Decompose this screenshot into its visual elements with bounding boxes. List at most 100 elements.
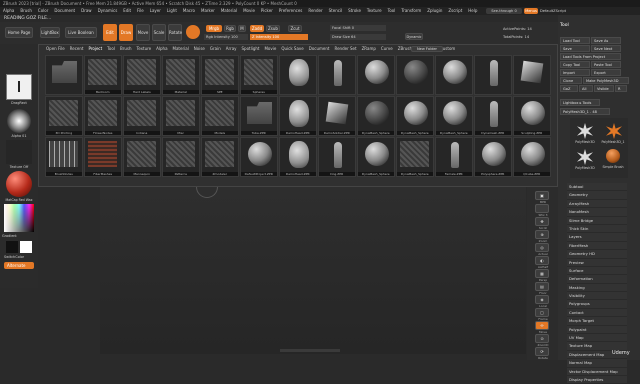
lightbox-thumbnail[interactable]: Material	[162, 55, 200, 95]
alternate-button[interactable]: Alternate	[4, 262, 34, 269]
rgb-intensity-slider[interactable]: Rgb Intensity 100	[204, 34, 248, 40]
subpalette-item[interactable]: ArrayMesh	[567, 199, 627, 209]
tool-palette-button[interactable]: Clone	[560, 77, 582, 84]
subpalette-item[interactable]: Preview	[567, 258, 627, 267]
shelf-persp-icon[interactable]: ▦	[535, 269, 549, 278]
menu-item[interactable]: Color	[38, 8, 48, 13]
lightbox-thumbnail[interactable]: Dog.ZPR	[318, 137, 356, 177]
tool-palette-button[interactable]: GoZ	[560, 85, 578, 92]
lightbox-tab[interactable]: Grain	[210, 46, 221, 51]
lightbox-thumbnail[interactable]: Tube.ZPR	[240, 96, 278, 136]
lightbox-tab[interactable]: Tool	[107, 46, 115, 51]
menu-item[interactable]: File	[137, 8, 144, 13]
default-zscript-button[interactable]: DefaultZScript	[540, 8, 576, 14]
menu-item[interactable]: Macro	[183, 8, 195, 13]
menu-item[interactable]: Light	[167, 8, 177, 13]
lightbox-tab[interactable]: Recent	[70, 46, 84, 51]
subpalette-item[interactable]: FiberMesh	[567, 241, 627, 251]
lightbox-thumbnail[interactable]: DemoSoldier.ZPR	[318, 96, 356, 136]
lightbox-thumbnail[interactable]: DefaultProject.ZPR	[240, 137, 278, 177]
tool-palette-button[interactable]: Load Tools From Project	[560, 53, 621, 60]
lightbox-thumbnail[interactable]: Models	[201, 96, 239, 136]
lightbox-tab[interactable]: Curve	[381, 46, 393, 51]
tool-palette-button[interactable]: Load Tool	[560, 37, 590, 44]
menu-item[interactable]: Render	[308, 8, 322, 13]
subpalette-item[interactable]: Normal Map	[567, 359, 627, 368]
draw-button[interactable]: Draw	[119, 24, 133, 41]
dynamic-button[interactable]: Dynamic	[405, 33, 423, 40]
lightbox-thumbnail[interactable]	[435, 55, 473, 95]
document-canvas[interactable]	[100, 187, 526, 354]
shelf-spix-3-icon[interactable]	[535, 204, 549, 213]
lightbox-thumbnail[interactable]: Dynamesh.ZPR	[474, 96, 512, 136]
lightbox-thumbnail[interactable]: DynaMesh_Sphere	[396, 137, 434, 177]
lightbox-thumbnail[interactable]: Polysphere.ZPR	[474, 137, 512, 177]
tool-palette-button[interactable]: Save Next	[591, 45, 621, 52]
subpalette-item[interactable]: Masking	[567, 283, 627, 293]
lightbox-tab[interactable]: ZBrush	[398, 46, 412, 51]
lightbox-thumbnail[interactable]: 3D Printing	[45, 96, 83, 136]
tool-palette-button[interactable]: Export	[591, 69, 621, 76]
shelf-floor-icon[interactable]: ▤	[535, 282, 549, 291]
subpalette-item[interactable]: Polypaint	[567, 325, 627, 335]
menu-item[interactable]: Stroke	[348, 8, 361, 13]
menu-item[interactable]: Layer	[150, 8, 161, 13]
tool-palette-button[interactable]: Lightbox ▸ Tools	[560, 99, 600, 106]
tool-palette-button[interactable]: All	[579, 85, 593, 92]
lightbox-thumbnail[interactable]: DynaMesh_Sphere	[357, 96, 395, 136]
rgb-button[interactable]: Rgb	[224, 25, 236, 32]
lightbox-thumbnail[interactable]: DynaMesh_Sphere	[357, 137, 395, 177]
secondary-color-swatch[interactable]	[20, 241, 32, 253]
lightbox-thumbnail[interactable]: Hard Labels	[123, 55, 161, 95]
menu-item[interactable]: Movie	[243, 8, 255, 13]
menu-item[interactable]: Preferences	[279, 8, 303, 13]
zadd-button[interactable]: Zadd	[250, 25, 264, 32]
move-button[interactable]: Move	[136, 24, 150, 41]
switch-color-label[interactable]: SwitchColor	[4, 255, 38, 259]
shelf-local-icon[interactable]: ◈	[535, 295, 549, 304]
lightbox-thumbnail[interactable]	[45, 55, 83, 95]
lightbox-thumbnail[interactable]: Female.ZPR	[435, 137, 473, 177]
live-boolean-button[interactable]: Live Boolean	[65, 27, 97, 38]
lightbox-thumbnail[interactable]: DynaMesh_Sphere	[435, 96, 473, 136]
lightbox-thumbnail[interactable]: DemoHead.ZPR	[279, 137, 317, 177]
menu-item[interactable]: Dynamics	[98, 8, 118, 13]
polymesh-star-icon[interactable]	[577, 123, 593, 139]
see-through-slider[interactable]: See-through 0	[486, 8, 522, 14]
lightbox-thumbnail[interactable]: Zmodeler	[201, 137, 239, 177]
subpalette-item[interactable]: Thick Skin	[567, 224, 627, 234]
draw-size-slider[interactable]: Draw Size 64	[330, 34, 386, 40]
shelf-aahalf-icon[interactable]: ◐	[535, 256, 549, 265]
zsub-button[interactable]: Zsub	[266, 25, 280, 32]
shelf-frame-icon[interactable]: ▢	[535, 308, 549, 317]
tool-palette-button[interactable]: PolyMesh3D_1 . 48	[560, 108, 610, 115]
subpalette-item[interactable]: Contact	[567, 308, 627, 318]
lightbox-thumbnail[interactable]: FlowerNodes	[84, 96, 122, 136]
lightbox-thumbnail[interactable]: Spheres	[240, 55, 278, 95]
lightbox-tab[interactable]: Quick Save	[281, 46, 303, 51]
menu-item[interactable]: Picker	[261, 8, 273, 13]
subpalette-item[interactable]: Subtool	[567, 183, 627, 192]
home-page-button[interactable]: Home Page	[5, 27, 33, 38]
tool-palette-button[interactable]: Import	[560, 69, 590, 76]
lightbox-thumbnail[interactable]	[318, 55, 356, 95]
zcut-button[interactable]: Zcut	[288, 25, 302, 32]
menu-item[interactable]: Tool	[388, 8, 396, 13]
lightbox-button[interactable]: LightBox	[40, 27, 60, 38]
subpalette-item[interactable]: Geometry HD	[567, 250, 627, 259]
subpalette-item[interactable]: Layers	[567, 233, 627, 242]
subpalette-item[interactable]: Geometry	[567, 191, 627, 200]
menu-item[interactable]: Stencil	[329, 8, 343, 13]
subpalette-item[interactable]: Vector Displacement Map	[567, 367, 627, 376]
menu-item[interactable]: Brush	[20, 8, 32, 13]
subpalette-item[interactable]: NanoMesh	[567, 208, 627, 217]
simple-brush-icon[interactable]	[606, 149, 620, 163]
shelf-scroll-icon[interactable]: ✥	[535, 217, 549, 226]
shelf-zoom-icon[interactable]: ⊕	[535, 230, 549, 239]
tool-palette-button[interactable]: Copy Tool	[560, 61, 590, 68]
mrgb-button[interactable]: Mrgb	[206, 25, 222, 32]
menu-item[interactable]: Transform	[401, 8, 421, 13]
material-sphere-icon[interactable]	[6, 171, 32, 197]
menu-item[interactable]: Help	[468, 8, 477, 13]
lightbox-tab[interactable]: Material	[173, 46, 189, 51]
